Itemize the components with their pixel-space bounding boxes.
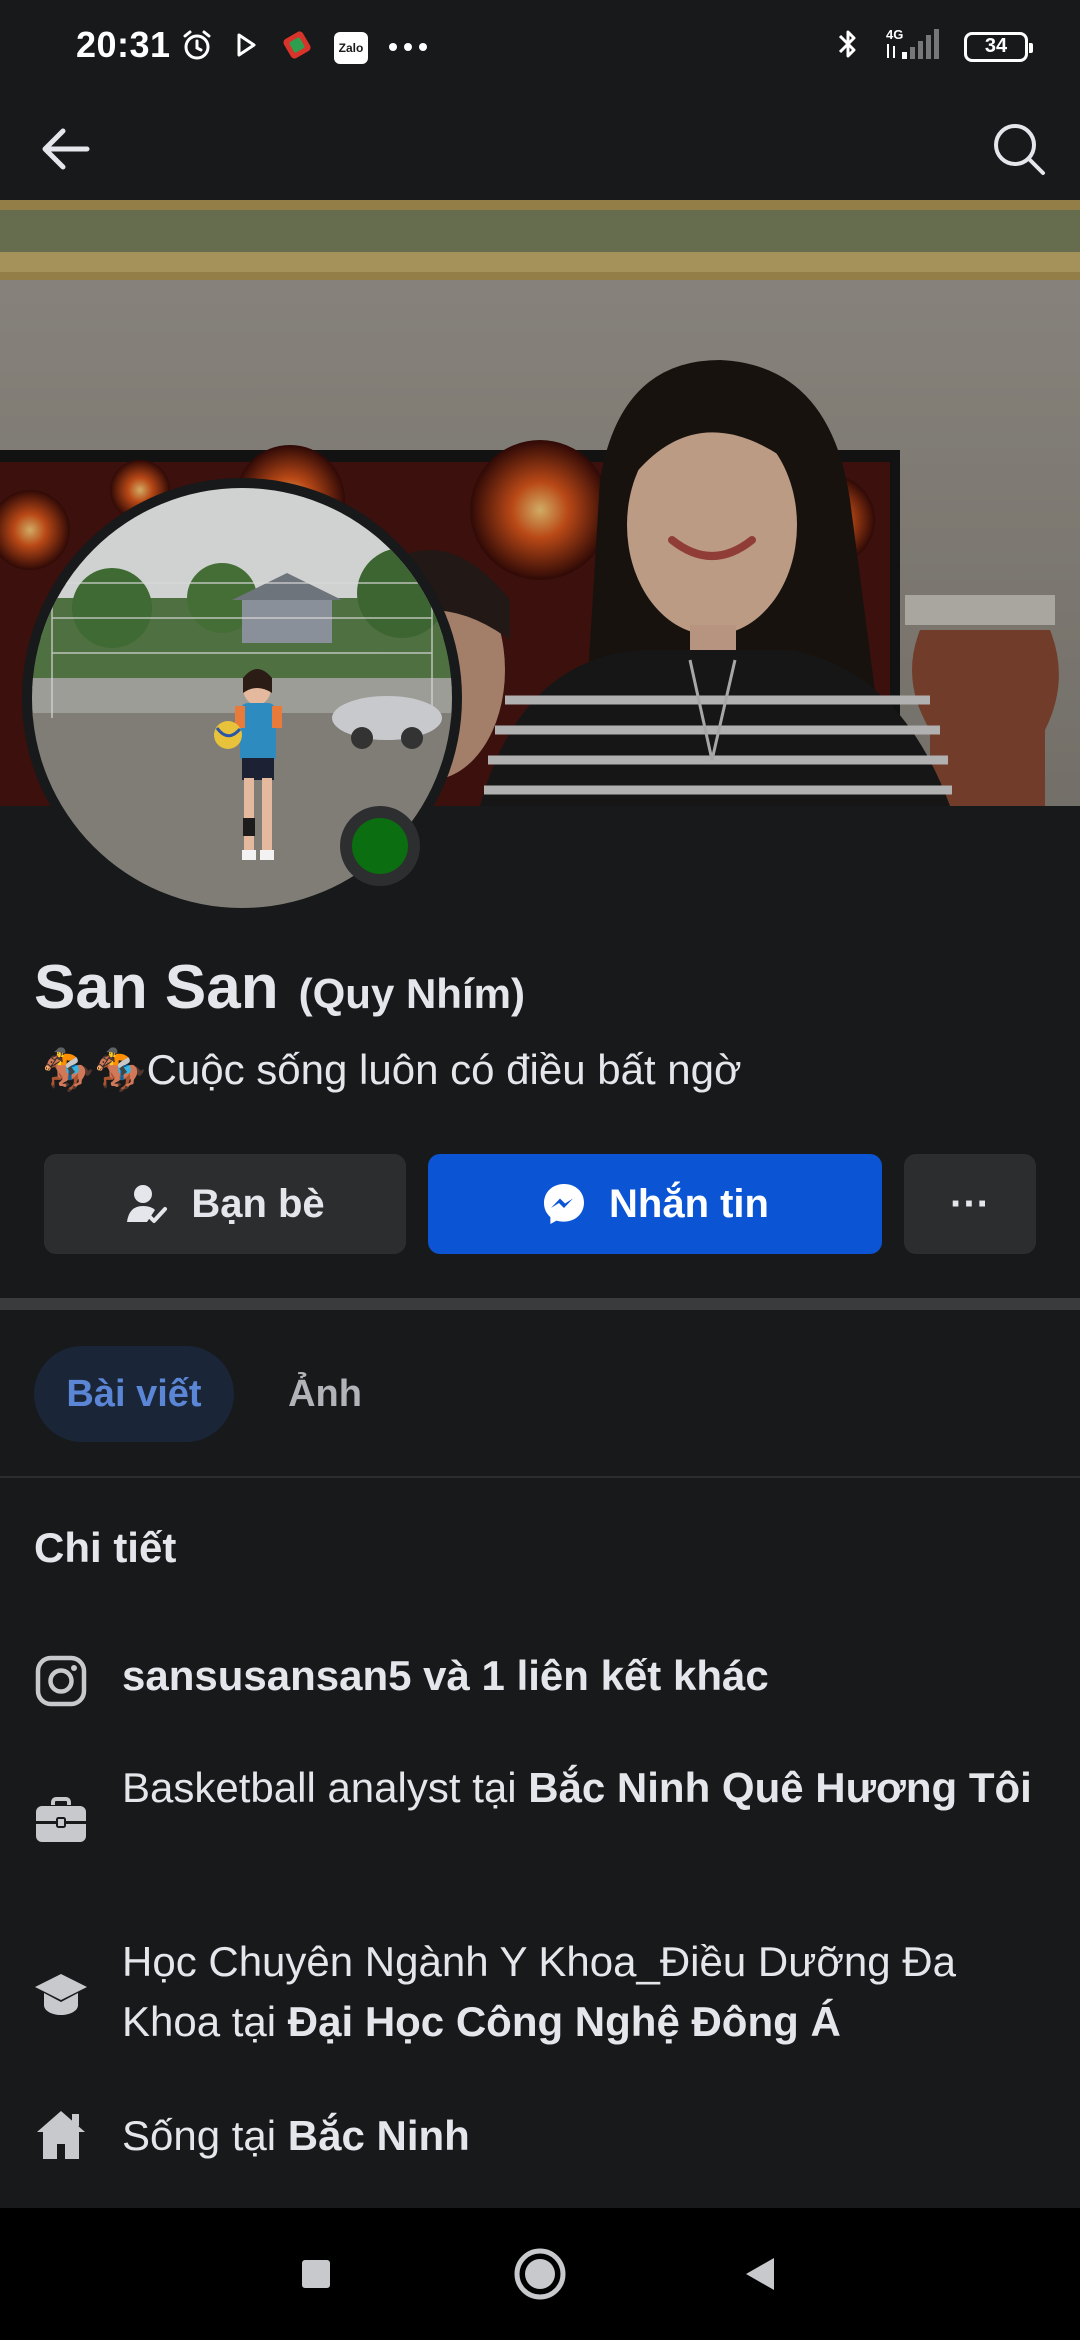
search-icon	[994, 124, 1045, 175]
status-system-icons: 4G 34	[836, 26, 1033, 67]
work-prefix: Basketball analyst tại	[122, 1764, 529, 1811]
search-button[interactable]	[984, 114, 1054, 184]
profile-name-row: San San (Quy Nhím)	[34, 952, 525, 1023]
nav-home-icon	[514, 2248, 566, 2300]
profile-alternate-name: (Quy Nhím)	[298, 970, 525, 1017]
network-type-label: 4G	[886, 27, 903, 42]
profile-name: San San	[34, 953, 279, 1022]
more-notifications-icon	[388, 39, 428, 57]
tab-posts[interactable]: Bài viết	[34, 1346, 234, 1442]
lives-text: Sống tại Bắc Ninh	[122, 2106, 1042, 2166]
more-options-button[interactable]: ···	[904, 1154, 1036, 1254]
status-time: 20:31	[76, 24, 171, 65]
section-divider	[0, 1298, 1080, 1310]
profile-bio: 🏇🏇Cuộc sống luôn có điều bất ngờ	[42, 1046, 742, 1093]
play-icon	[234, 30, 260, 65]
work-text: Basketball analyst tại Bắc Ninh Quê Hươn…	[122, 1758, 1042, 1818]
nav-recents-button[interactable]	[286, 2244, 346, 2304]
messenger-icon	[544, 1184, 584, 1224]
instagram-link[interactable]: sansusansan5 và 1 liên kết khác	[122, 1646, 1042, 1706]
app-icon	[280, 28, 314, 67]
friends-button[interactable]: Bạn bè	[44, 1154, 406, 1254]
message-button-label: Nhắn tin	[609, 1181, 769, 1226]
nav-recents-icon	[302, 2260, 330, 2288]
lives-place[interactable]: Bắc Ninh	[288, 2112, 470, 2159]
tab-photos[interactable]: Ảnh	[270, 1346, 380, 1442]
instagram-icon	[30, 1650, 92, 1712]
nav-back-button[interactable]	[730, 2244, 790, 2304]
online-status-indicator	[340, 806, 420, 886]
home-icon	[30, 2104, 92, 2166]
lives-prefix: Sống tại	[122, 2112, 288, 2159]
battery-icon: 34	[964, 31, 1033, 62]
briefcase-icon	[30, 1790, 92, 1852]
alarm-icon	[180, 28, 214, 67]
graduation-cap-icon	[30, 1964, 92, 2026]
nav-back-icon	[746, 2258, 774, 2290]
education-text: Học Chuyên Ngành Y Khoa_Điều Dưỡng Đa Kh…	[122, 1932, 1042, 2052]
work-place[interactable]: Bắc Ninh Quê Hương Tôi	[528, 1764, 1032, 1811]
bluetooth-icon	[836, 26, 860, 67]
zalo-icon: Zalo	[334, 31, 368, 64]
education-place[interactable]: Đại Học Công Nghệ Đông Á	[288, 1998, 841, 2045]
details-title: Chi tiết	[34, 1524, 177, 1571]
back-button[interactable]	[30, 114, 100, 184]
tab-divider	[0, 1476, 1080, 1478]
status-bar: 20:31 Zalo 4G 34	[0, 0, 1080, 96]
status-notification-icons: Zalo	[180, 28, 428, 67]
friend-check-icon	[127, 1185, 168, 1223]
system-navigation-bar	[0, 2208, 1080, 2340]
profile-screen: 20:31 Zalo 4G 34 San San (Quy Nhím) 🏇🏇Cu…	[0, 0, 1080, 2340]
more-options-icon: ···	[950, 1181, 990, 1226]
friends-button-label: Bạn bè	[191, 1181, 325, 1226]
signal-icon: 4G	[882, 26, 942, 67]
battery-level: 34	[984, 35, 1008, 57]
message-button[interactable]: Nhắn tin	[428, 1154, 882, 1254]
back-arrow-icon	[42, 128, 90, 170]
top-app-bar	[0, 96, 1080, 200]
nav-home-button[interactable]	[510, 2244, 570, 2304]
